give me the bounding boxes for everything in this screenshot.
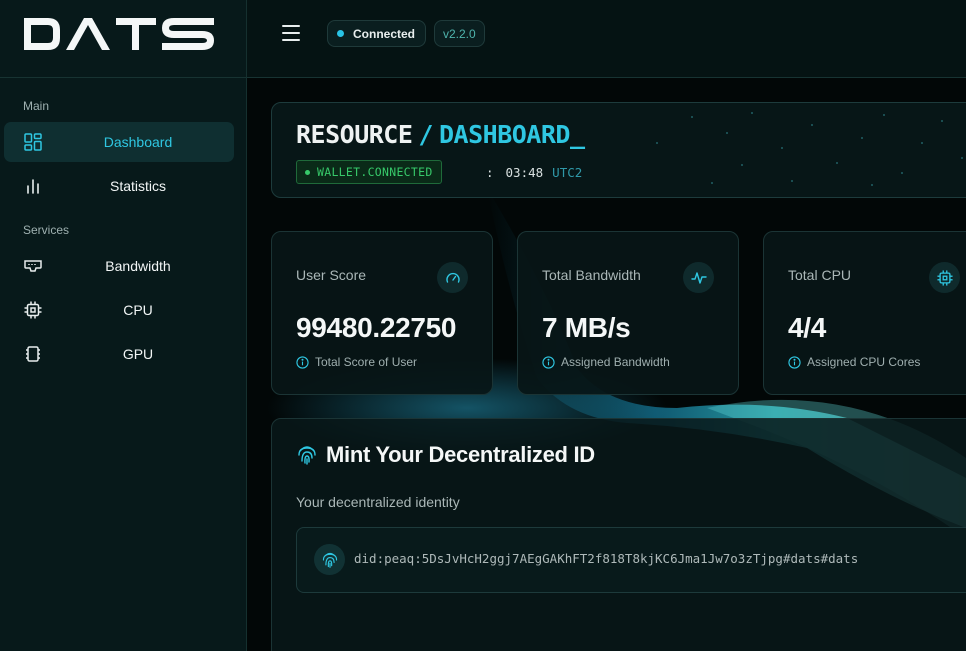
card-value: 4/4 xyxy=(788,312,827,343)
user-score-card: User Score 99480.22750 Total Score of Us… xyxy=(271,231,493,395)
card-subtitle: Assigned CPU Cores xyxy=(788,355,920,369)
did-value[interactable]: did:peaq:5DsJvHcH2ggj7AEgGAKhFT2f818T8kj… xyxy=(354,551,858,566)
dats-logo[interactable] xyxy=(22,16,216,52)
clock-separator: : xyxy=(486,165,494,180)
status-dot-icon xyxy=(337,30,344,37)
wallet-status-label: WALLET.CONNECTED xyxy=(317,165,433,179)
connection-status-label: Connected xyxy=(353,26,416,41)
info-icon xyxy=(542,355,555,369)
total-cpu-card: Total CPU 4/4 Assigned CPU Cores xyxy=(763,231,966,395)
sidebar-item-cpu[interactable]: CPU xyxy=(4,290,234,330)
page-title: RESOURCE / DASHBOARD_ xyxy=(296,120,585,149)
sidebar-item-bandwidth[interactable]: Bandwidth xyxy=(4,246,234,286)
did-field[interactable]: did:peaq:5DsJvHcH2ggj7AEgGAKhFT2f818T8kj… xyxy=(296,527,966,593)
page-title-separator: / xyxy=(418,120,433,149)
card-subtitle: Assigned Bandwidth xyxy=(542,355,670,369)
card-subtitle: Total Score of User xyxy=(296,355,417,369)
card-subtitle-label: Assigned Bandwidth xyxy=(561,355,670,369)
clock-timezone: UTC2 xyxy=(552,165,583,180)
main-content: RESOURCE / DASHBOARD_ WALLET.CONNECTED :03… xyxy=(247,78,966,651)
page-title-part2: DASHBOARD xyxy=(438,120,570,149)
clock: :03:48 UTC2 xyxy=(486,165,582,180)
mint-did-panel: Mint Your Decentralized ID Your decentra… xyxy=(271,418,966,651)
total-bandwidth-card: Total Bandwidth 7 MB/s Assigned Bandwidt… xyxy=(517,231,739,395)
clock-time: 03:48 xyxy=(505,165,544,180)
sidebar-item-label: Bandwidth xyxy=(105,258,171,274)
card-title: Total CPU xyxy=(788,267,852,283)
connection-status-badge: Connected xyxy=(327,20,427,47)
menu-icon[interactable] xyxy=(282,25,300,41)
activity-pulse-icon xyxy=(683,262,714,293)
card-subtitle-label: Assigned CPU Cores xyxy=(807,355,921,369)
section-label-main: Main xyxy=(23,99,50,113)
fingerprint-icon xyxy=(314,544,345,575)
card-title: Total Bandwidth xyxy=(542,267,641,283)
sidebar-item-dashboard[interactable]: Dashboard xyxy=(4,122,234,162)
sidebar-item-label: Statistics xyxy=(109,178,166,194)
wallet-status-badge: WALLET.CONNECTED xyxy=(296,160,442,184)
sidebar-item-label: CPU xyxy=(123,302,153,318)
info-icon xyxy=(296,355,309,369)
topbar: Connected v2.2.0 xyxy=(247,0,966,78)
card-value: 7 MB/s xyxy=(542,312,631,343)
mint-title-label: Mint Your Decentralized ID xyxy=(326,442,595,467)
section-label-services: Services xyxy=(23,223,70,237)
info-icon xyxy=(788,355,801,369)
sidebar-item-statistics[interactable]: Statistics xyxy=(4,166,234,206)
sidebar: Main Dashboard Statistics Services Bandw… xyxy=(0,0,247,651)
page-title-part1: RESOURCE xyxy=(296,120,413,149)
sidebar-item-gpu[interactable]: GPU xyxy=(4,334,234,374)
cpu-icon xyxy=(929,262,960,293)
sidebar-item-label: Dashboard xyxy=(103,134,173,150)
sidebar-item-label: GPU xyxy=(122,346,154,362)
mint-subtitle: Your decentralized identity xyxy=(296,494,460,510)
card-subtitle-label: Total Score of User xyxy=(315,355,418,369)
gauge-icon xyxy=(437,262,468,293)
version-badge: v2.2.0 xyxy=(434,20,485,47)
sidebar-divider xyxy=(0,77,246,78)
fingerprint-icon xyxy=(298,446,316,465)
wallet-status-dot-icon xyxy=(305,169,310,175)
title-cursor: _ xyxy=(569,120,585,149)
mint-title: Mint Your Decentralized ID xyxy=(296,442,595,468)
card-value: 99480.22750 xyxy=(296,312,457,343)
hero-banner: RESOURCE / DASHBOARD_ WALLET.CONNECTED :03… xyxy=(271,102,966,198)
card-title: User Score xyxy=(296,267,367,283)
